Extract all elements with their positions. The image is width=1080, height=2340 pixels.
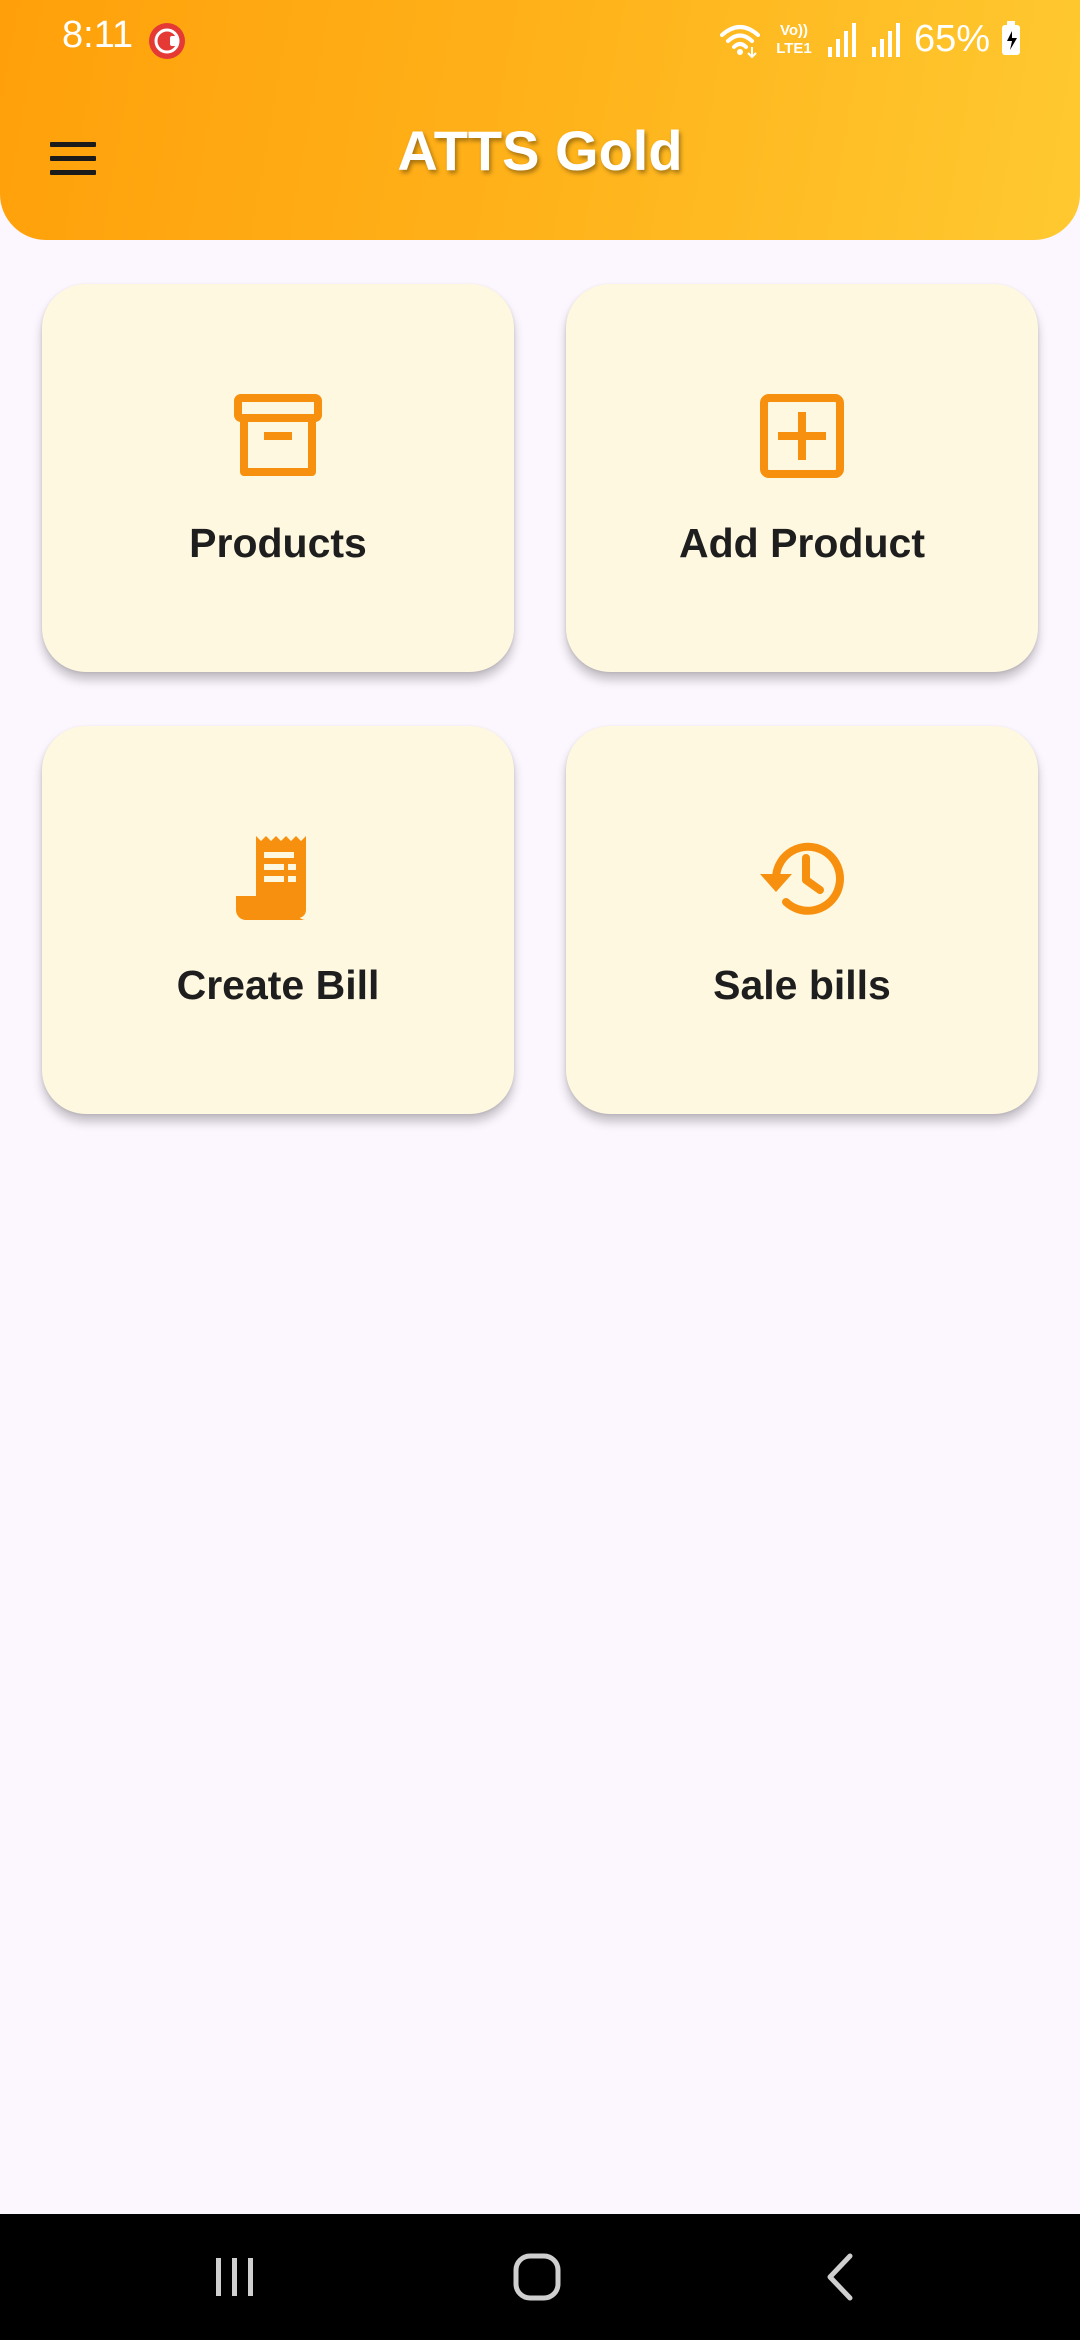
signal-icon [827,23,856,57]
status-bar: 8:11 Vo)) LTE1 65% [0,0,1080,80]
svg-text:LTE1: LTE1 [776,40,812,57]
signal-icon-sim2 [871,23,900,57]
add-box-icon [760,394,844,478]
products-label: Products [189,520,367,566]
create-bill-label: Create Bill [176,962,380,1008]
add-product-tile[interactable]: Add Product [566,284,1038,672]
system-nav-bar [0,2214,1080,2340]
battery-percent: 65% [913,17,990,60]
create-bill-tile[interactable]: Create Bill [42,726,514,1114]
home-icon[interactable] [492,2244,582,2310]
volte-lte-icon: Vo)) LTE1 [776,22,812,57]
sale-bills-tile[interactable]: Sale bills [566,726,1038,1114]
wifi-icon [719,25,760,59]
history-icon [760,842,844,915]
status-icons: Vo)) LTE1 65% [718,14,1022,64]
status-time: 8:11 [62,14,134,56]
app-title: ATTS Gold [397,119,683,182]
app-header: 8:11 Vo)) LTE1 65% ATTS Gold [0,0,1080,240]
add-product-label: Add Product [679,520,925,566]
app-screen: 8:11 Vo)) LTE1 65% ATTS Gold Products Ad… [0,0,1080,2340]
recents-icon[interactable] [190,2244,280,2310]
screen-record-icon [149,23,185,59]
svg-text:Vo)): Vo)) [780,22,808,39]
battery-icon [1002,21,1020,55]
products-tile[interactable]: Products [42,284,514,672]
sale-bills-label: Sale bills [713,962,891,1008]
archive-box-icon [234,394,322,476]
receipt-icon [236,836,306,920]
back-icon[interactable] [796,2244,886,2310]
